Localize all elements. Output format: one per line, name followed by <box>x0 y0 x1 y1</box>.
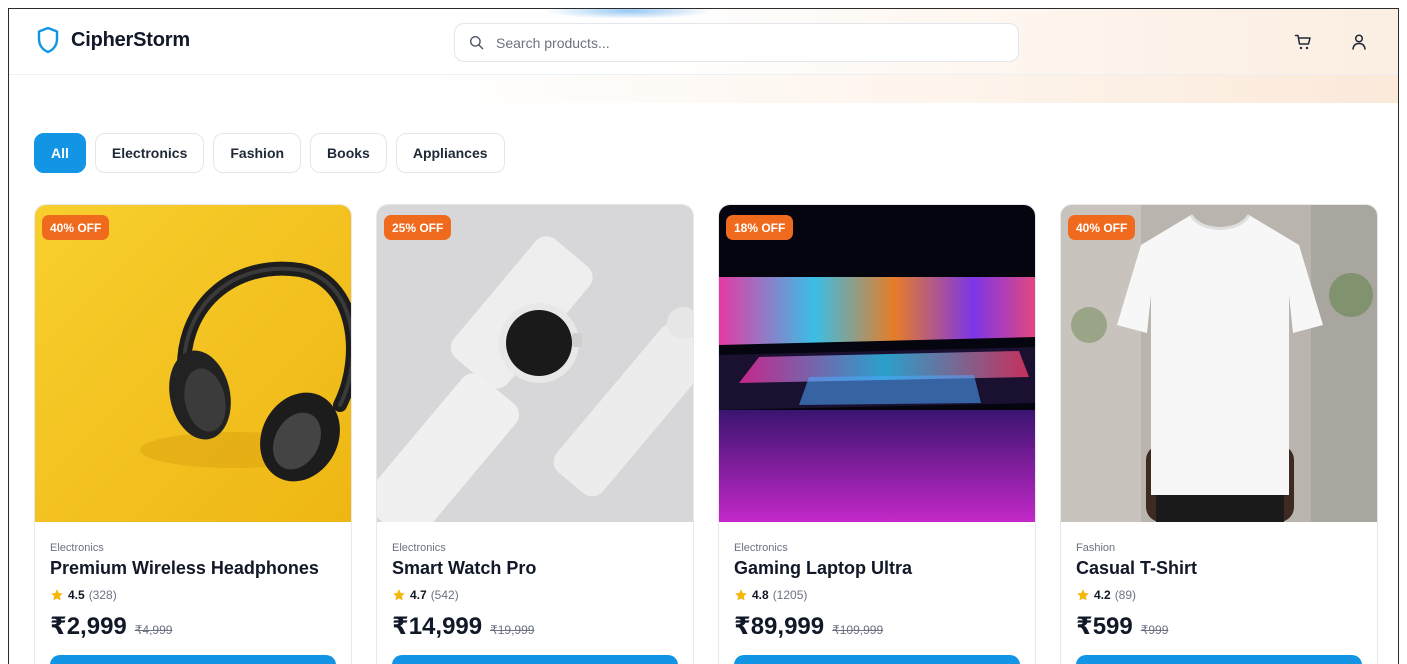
product-image[interactable]: 25% OFF <box>377 205 693 522</box>
product-title[interactable]: Premium Wireless Headphones <box>50 558 336 579</box>
product-image[interactable]: 18% OFF <box>719 205 1035 522</box>
top-header: CipherStorm <box>9 9 1398 75</box>
add-to-cart-button[interactable] <box>734 655 1020 664</box>
add-to-cart-button[interactable] <box>1076 655 1362 664</box>
smartwatch-image <box>377 205 693 522</box>
add-to-cart-button[interactable] <box>392 655 678 664</box>
product-rating: 4.5 (328) <box>50 588 336 602</box>
original-price: ₹4,999 <box>134 623 173 637</box>
category-chip-all[interactable]: All <box>34 133 86 173</box>
price-row: ₹14,999 ₹19,999 <box>392 612 678 641</box>
product-title[interactable]: Casual T-Shirt <box>1076 558 1362 579</box>
original-price: ₹999 <box>1140 623 1169 637</box>
brand-name: CipherStorm <box>71 28 190 51</box>
add-to-cart-button[interactable] <box>50 655 336 664</box>
rating-value: 4.2 <box>1094 588 1111 602</box>
star-icon <box>1077 589 1089 601</box>
discount-badge: 18% OFF <box>726 215 794 240</box>
discount-badge: 25% OFF <box>384 215 452 240</box>
product-image[interactable]: 40% OFF <box>35 205 351 522</box>
user-icon[interactable] <box>1351 33 1367 51</box>
rating-value: 4.8 <box>752 588 769 602</box>
tshirt-image <box>1061 205 1377 522</box>
shield-icon <box>37 26 59 54</box>
sale-price: ₹89,999 <box>734 613 825 640</box>
product-title[interactable]: Gaming Laptop Ultra <box>734 558 1020 579</box>
category-filter-bar: All Electronics Fashion Books Appliances <box>34 133 505 173</box>
brand-logo[interactable]: CipherStorm <box>37 26 190 54</box>
original-price: ₹109,999 <box>832 623 884 637</box>
discount-badge: 40% OFF <box>1068 215 1136 240</box>
product-image[interactable]: 40% OFF <box>1061 205 1377 522</box>
rating-value: 4.7 <box>410 588 427 602</box>
category-chip-appliances[interactable]: Appliances <box>395 133 505 173</box>
search-icon <box>469 35 484 50</box>
price-row: ₹89,999 ₹109,999 <box>734 612 1020 641</box>
sale-price: ₹14,999 <box>392 613 483 640</box>
headphones-image <box>35 205 351 522</box>
review-count: (328) <box>88 588 117 602</box>
product-rating: 4.7 (542) <box>392 588 678 602</box>
review-count: (542) <box>430 588 459 602</box>
header-glow <box>544 9 714 19</box>
sale-price: ₹599 <box>1076 613 1133 640</box>
original-price: ₹19,999 <box>490 623 535 637</box>
product-category: Electronics <box>50 542 104 554</box>
category-chip-fashion[interactable]: Fashion <box>213 133 302 173</box>
discount-badge: 40% OFF <box>42 215 110 240</box>
review-count: (89) <box>1114 588 1137 602</box>
search-bar[interactable] <box>454 23 1019 62</box>
laptop-image <box>719 205 1035 522</box>
product-card[interactable]: 40% OFF Electronics Premium Wireless Hea… <box>34 204 352 664</box>
product-rating: 4.8 (1205) <box>734 588 1020 602</box>
search-input[interactable] <box>496 34 976 51</box>
price-row: ₹2,999 ₹4,999 <box>50 612 336 641</box>
product-card[interactable]: 18% OFF Electronics Gaming Laptop Ultra … <box>718 204 1036 664</box>
category-chip-books[interactable]: Books <box>310 133 387 173</box>
product-category: Electronics <box>392 542 446 554</box>
product-title[interactable]: Smart Watch Pro <box>392 558 678 579</box>
rating-value: 4.5 <box>68 588 85 602</box>
product-category: Fashion <box>1076 542 1116 554</box>
cart-icon[interactable] <box>1294 33 1312 51</box>
price-row: ₹599 ₹999 <box>1076 612 1362 641</box>
product-card[interactable]: 25% OFF Electronics Smart Watch Pro 4.7 … <box>376 204 694 664</box>
header-accent-band <box>9 75 1398 103</box>
star-icon <box>51 589 63 601</box>
product-category: Electronics <box>734 542 788 554</box>
review-count: (1205) <box>772 588 808 602</box>
star-icon <box>393 589 405 601</box>
sale-price: ₹2,999 <box>50 613 127 640</box>
star-icon <box>735 589 747 601</box>
product-card[interactable]: 40% OFF Fashion Casual T-Shirt 4.2 (89) … <box>1060 204 1378 664</box>
category-chip-electronics[interactable]: Electronics <box>94 133 205 173</box>
product-rating: 4.2 (89) <box>1076 588 1362 602</box>
app-window: CipherStorm All Electronics Fashion Book… <box>8 8 1399 664</box>
